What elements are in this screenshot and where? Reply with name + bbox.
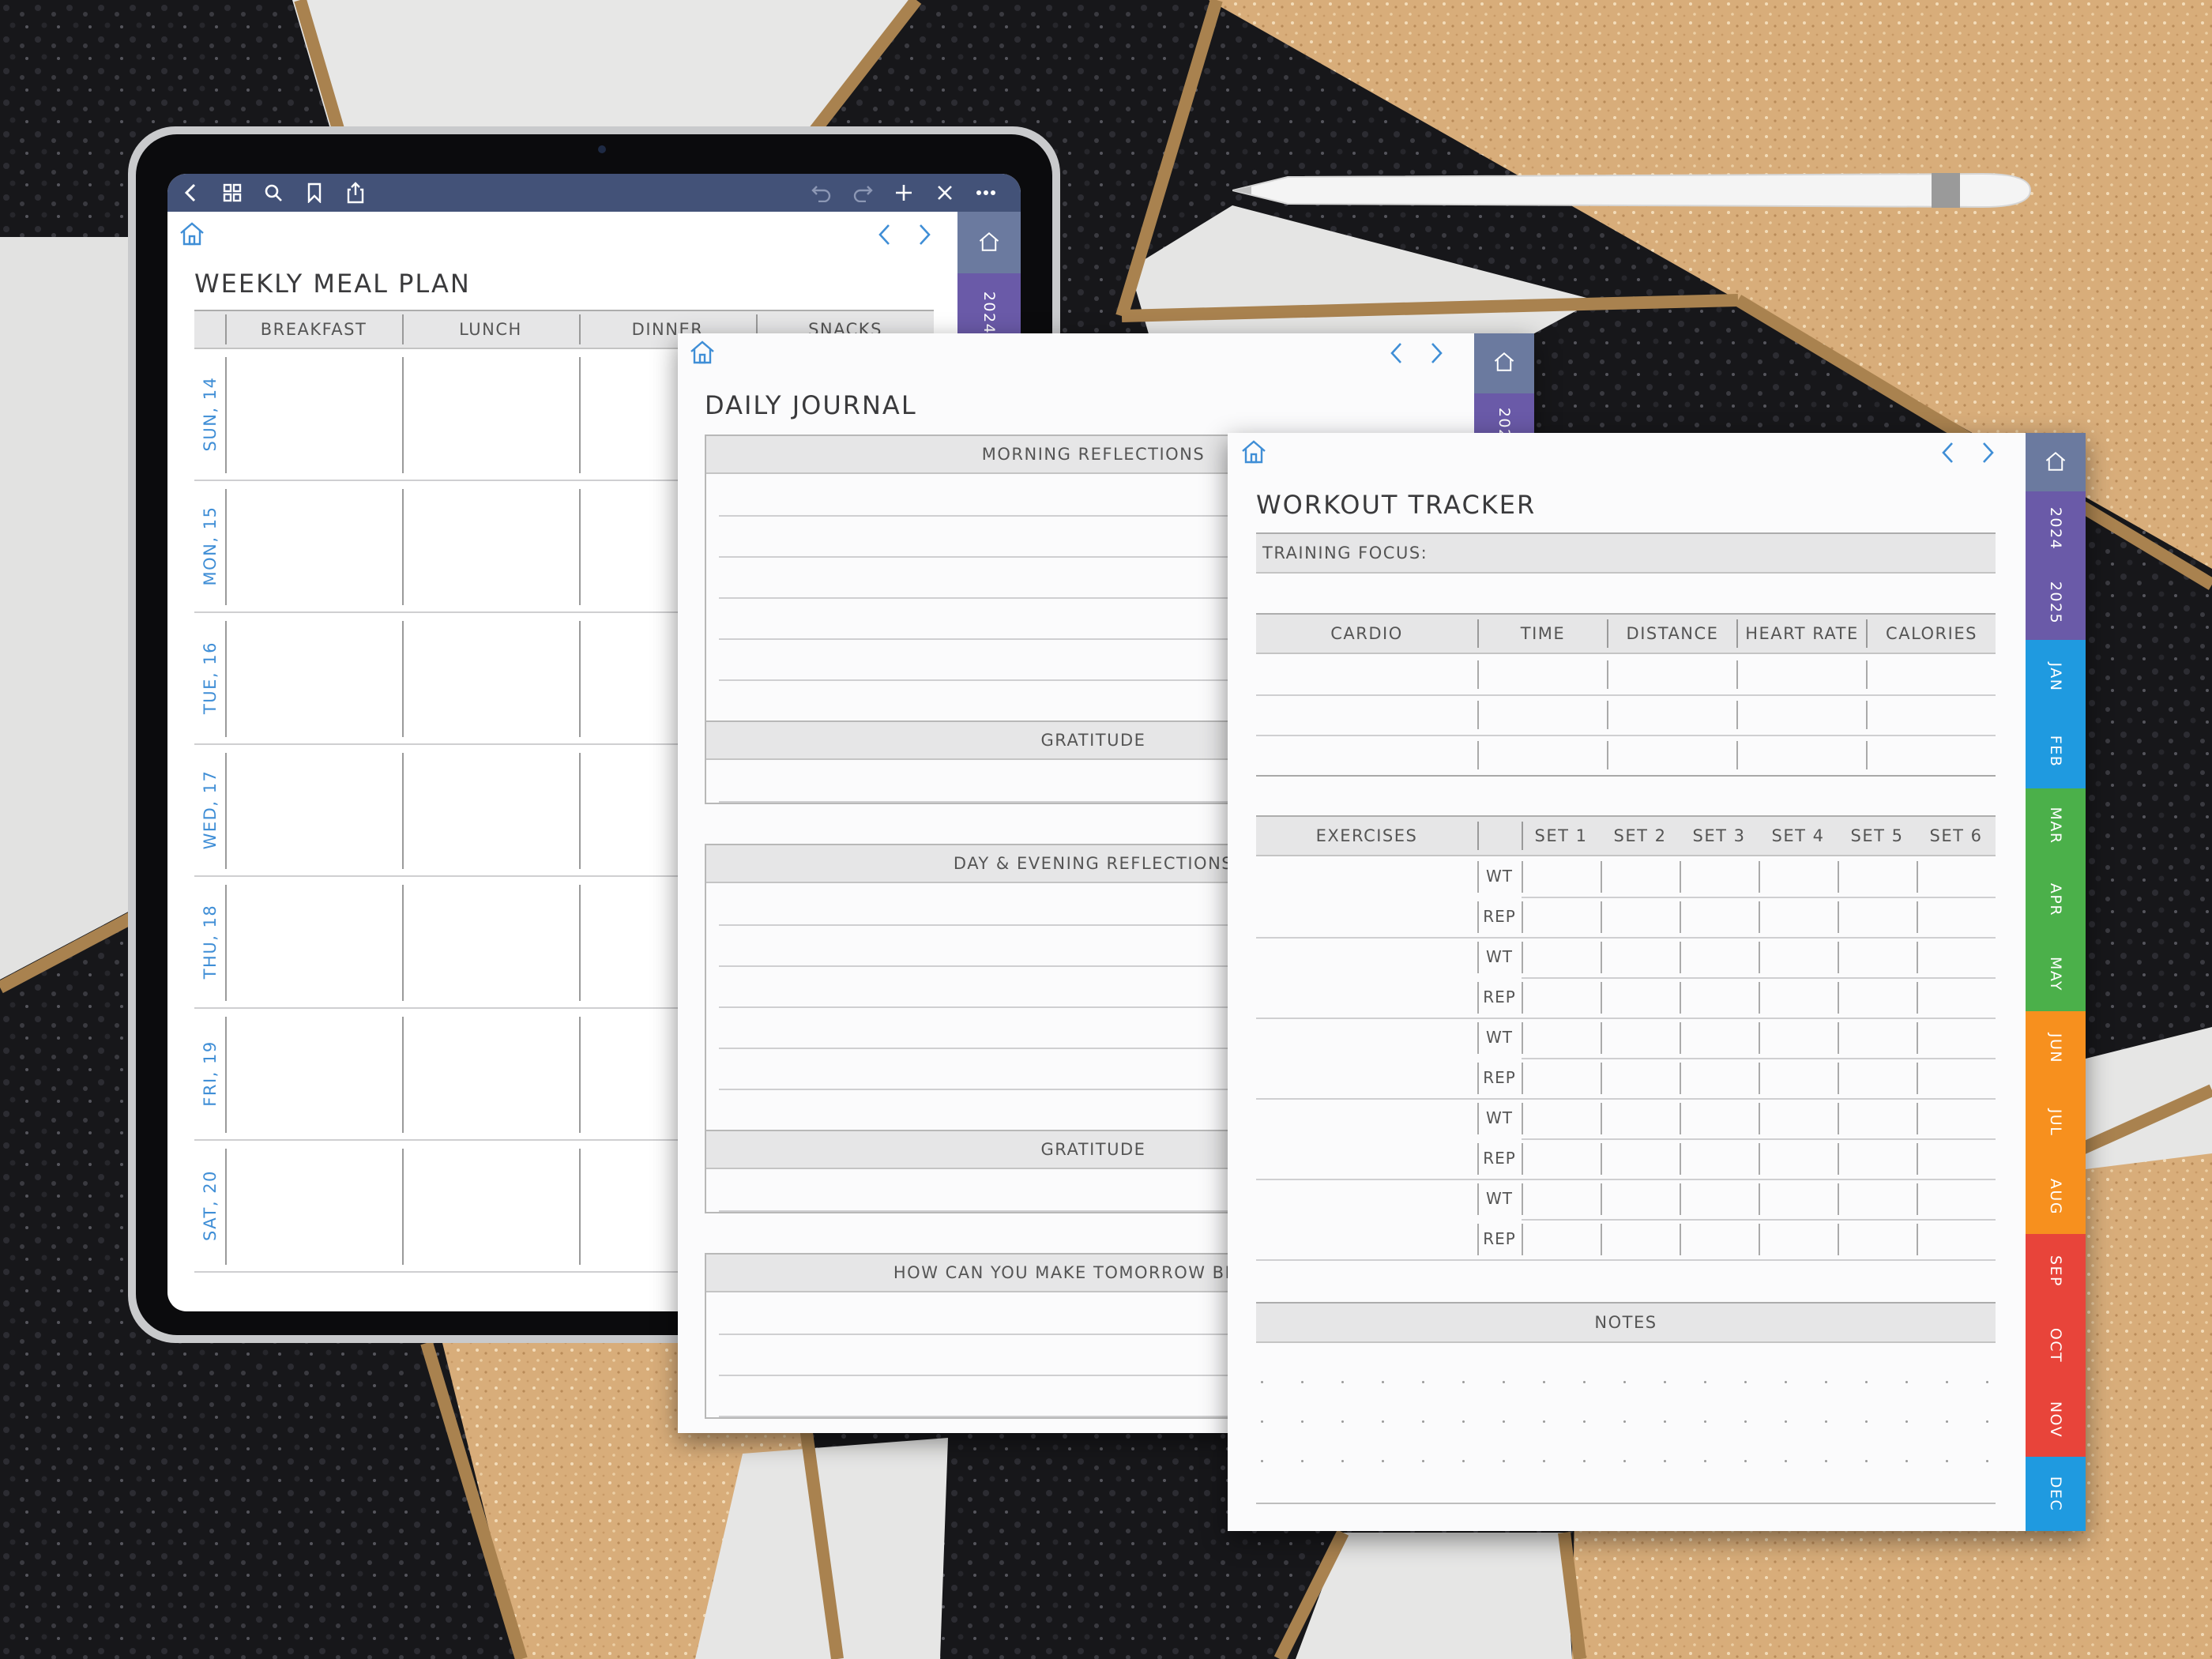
set-input-row[interactable]: [1550, 937, 2024, 977]
column-header: SET 3: [1692, 826, 1746, 845]
column-header: BREAKFAST: [260, 320, 367, 339]
next-page-icon[interactable]: [1428, 341, 1444, 368]
tab-oct[interactable]: OCT: [2026, 1308, 2086, 1382]
exercise-name-cell[interactable]: [1256, 1179, 1477, 1259]
workout-tracker-page: WORKOUT TRACKER TRAINING FOCUS: CARDIO T…: [1228, 433, 2086, 1531]
page-title: WEEKLY MEAL PLAN: [194, 269, 471, 299]
exercise-name-cell[interactable]: [1256, 937, 1477, 1018]
tab-mar[interactable]: MAR: [2026, 788, 2086, 863]
exercises-header: EXERCISES SET 1 SET 2 SET 3 SET 4 SET 5 …: [1256, 815, 1996, 856]
home-icon[interactable]: [689, 340, 716, 368]
row-type-label: WT: [1486, 1108, 1513, 1127]
column-header: SET 2: [1613, 826, 1667, 845]
home-icon: [979, 231, 999, 251]
set-input-row[interactable]: [1550, 1179, 2024, 1219]
set-input-row[interactable]: [1550, 977, 2024, 1018]
next-page-icon[interactable]: [916, 223, 932, 250]
set-input-row[interactable]: [1550, 1018, 2024, 1058]
tab-dec[interactable]: DEC: [2026, 1457, 2086, 1531]
set-input-row[interactable]: [1550, 1098, 2024, 1138]
tab-may[interactable]: MAY: [2026, 937, 2086, 1011]
next-page-icon[interactable]: [1980, 441, 1996, 468]
redo-icon[interactable]: [847, 177, 878, 209]
home-icon: [1494, 352, 1514, 371]
more-icon[interactable]: [970, 177, 1002, 209]
column-header: SET 6: [1929, 826, 1983, 845]
training-focus-label: TRAINING FOCUS:: [1262, 544, 1428, 562]
set-input-row[interactable]: [1550, 1138, 2024, 1179]
cardio-row[interactable]: [1256, 694, 1996, 735]
row-type-label: REP: [1483, 907, 1516, 926]
set-input-row[interactable]: [1550, 1219, 2024, 1259]
tab-jun[interactable]: JUN: [2026, 1011, 2086, 1085]
camera-dot: [598, 145, 606, 153]
column-header: LUNCH: [459, 320, 522, 339]
row-type-label: REP: [1483, 988, 1516, 1006]
day-label: SAT, 20: [201, 1169, 220, 1241]
exercise-name-cell[interactable]: [1256, 856, 1477, 937]
stylus-pencil: [1232, 172, 2032, 209]
set-input-row[interactable]: [1550, 897, 2024, 937]
exercise-name-cell[interactable]: [1256, 1098, 1477, 1179]
column-header: TIME: [1520, 624, 1566, 643]
home-icon[interactable]: [1240, 439, 1267, 468]
tab-2025[interactable]: 2025: [2026, 566, 2086, 640]
page-title: DAILY JOURNAL: [705, 390, 917, 420]
training-focus-field[interactable]: TRAINING FOCUS:: [1256, 532, 1996, 574]
tab-home[interactable]: [957, 212, 1021, 273]
tab-2024[interactable]: 2024: [2026, 491, 2086, 566]
column-header: CALORIES: [1886, 624, 1977, 643]
app-toolbar: [167, 174, 1021, 212]
row-type-label: WT: [1486, 947, 1513, 966]
tab-home[interactable]: [2026, 433, 2086, 491]
tab-jul[interactable]: JUL: [2026, 1085, 2086, 1160]
home-icon[interactable]: [179, 221, 205, 250]
search-icon[interactable]: [258, 177, 289, 209]
column-header: DISTANCE: [1626, 624, 1719, 643]
undo-icon[interactable]: [806, 177, 837, 209]
tab-aug[interactable]: AUG: [2026, 1160, 2086, 1234]
cardio-header: CARDIO TIME DISTANCE HEART RATE CALORIES: [1256, 613, 1996, 654]
row-type-label: WT: [1486, 1189, 1513, 1208]
tab-jan[interactable]: JAN: [2026, 640, 2086, 714]
home-icon: [2045, 451, 2066, 471]
back-icon[interactable]: [175, 177, 207, 209]
prev-page-icon[interactable]: [1940, 441, 1956, 468]
close-icon[interactable]: [929, 177, 961, 209]
grid-icon[interactable]: [216, 177, 248, 209]
prev-page-icon[interactable]: [1389, 341, 1405, 368]
cardio-row[interactable]: [1256, 735, 1996, 775]
set-input-row[interactable]: [1550, 1058, 2024, 1098]
column-header: EXERCISES: [1315, 826, 1418, 845]
column-header: SET 4: [1771, 826, 1825, 845]
tab-nov[interactable]: NOV: [2026, 1382, 2086, 1457]
row-type-label: REP: [1483, 1229, 1516, 1248]
tab-home[interactable]: [1474, 333, 1534, 393]
row-type-label: WT: [1486, 867, 1513, 886]
side-tab-bar: 2024 2025 JAN FEB MAR APR MAY JUN JUL AUG SEP OCT NO…: [2026, 433, 2086, 1531]
column-header: SET 1: [1534, 826, 1588, 845]
column-header: HEART RATE: [1745, 624, 1859, 643]
row-type-label: REP: [1483, 1149, 1516, 1168]
exercise-name-cell[interactable]: [1256, 1018, 1477, 1098]
add-icon[interactable]: [888, 177, 920, 209]
column-header: CARDIO: [1330, 624, 1403, 643]
row-type-label: WT: [1486, 1028, 1513, 1047]
share-icon[interactable]: [340, 177, 371, 209]
set-input-row[interactable]: [1550, 856, 2024, 897]
tab-apr[interactable]: APR: [2026, 863, 2086, 937]
notes-header: NOTES: [1256, 1302, 1996, 1343]
page-title: WORKOUT TRACKER: [1256, 490, 1537, 520]
bookmark-icon[interactable]: [299, 177, 330, 209]
cardio-row[interactable]: [1256, 654, 1996, 694]
tab-feb[interactable]: FEB: [2026, 714, 2086, 788]
row-type-label: REP: [1483, 1068, 1516, 1087]
prev-page-icon[interactable]: [877, 223, 893, 250]
column-header: SET 5: [1850, 826, 1904, 845]
tab-sep[interactable]: SEP: [2026, 1234, 2086, 1308]
notes-label: NOTES: [1594, 1313, 1657, 1332]
